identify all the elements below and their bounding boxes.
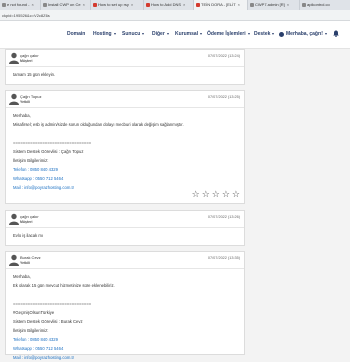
browser-tab-bar: e not found - × Install CWP on Ce × How t… (0, 0, 350, 10)
browser-tab[interactable]: TEİN DORA - [ELİT × (194, 0, 248, 10)
chevron-down-icon (113, 33, 116, 35)
browser-tab[interactable]: Install CWP on Ce × (41, 0, 91, 10)
nav-diger[interactable]: Diğer (152, 31, 169, 37)
reply-line: Sistem Destek Görevlisi : Burak Cevz (13, 319, 83, 324)
chevron-down-icon (142, 33, 145, 35)
browser-tab[interactable]: CWP7.admin [R] × (248, 0, 300, 10)
reply-line: Merhaba, (13, 274, 31, 279)
reply-line: Ek olarak 15 gün mevcut hizmetinize süre… (13, 283, 115, 288)
tab-favicon-icon (302, 3, 306, 7)
reply-line (13, 290, 237, 299)
reply-role: Yetkili (20, 261, 31, 265)
star-icon[interactable]: ☆ (202, 190, 210, 199)
user-icon (279, 31, 284, 37)
chevron-down-icon (200, 33, 203, 35)
ticket-reply: çağrı çakır Müşteri 07/07/2022 (13:24) t… (5, 49, 245, 85)
star-icon[interactable]: ☆ (232, 190, 240, 199)
phone-link[interactable]: Telefon : 0850 840 4329 (13, 165, 237, 174)
browser-tab[interactable]: How to set up rsy × (91, 0, 144, 10)
chevron-down-icon (272, 33, 275, 35)
reply-author: Çağrı Topuz (20, 94, 42, 99)
reply-date: 07/07/2022 (13:35) (207, 256, 240, 260)
site-navigation: Domain Hosting Sunucu Diğer Kurumsal Öde… (0, 21, 350, 49)
whatsapp-link[interactable]: Whatsapp : 0550 712 5464 (13, 344, 237, 353)
nav-kurumsal[interactable]: Kurumsal (175, 31, 203, 37)
browser-tab[interactable]: apikontrol.co (300, 0, 350, 10)
whatsapp-link[interactable]: Whatsapp : 0550 712 5464 (13, 174, 237, 183)
reply-line: #GeçmişOlsunTürkiye (13, 310, 55, 315)
reply-role: Müşteri (20, 220, 33, 224)
reply-line: ================================ (13, 140, 92, 145)
reply-date: 07/07/2022 (13:25) (207, 95, 240, 99)
user-avatar-icon (9, 93, 19, 105)
reply-line: Merhaba, (13, 113, 31, 118)
reply-line (13, 129, 237, 138)
close-tab-icon[interactable]: × (183, 0, 185, 10)
reply-line: Sistem Destek Görevlisi : Çağrı Topuz (13, 149, 84, 154)
chevron-down-icon (247, 33, 250, 35)
browser-tab[interactable]: How to Add DNS × (144, 0, 194, 10)
user-avatar-icon (9, 213, 19, 225)
bell-icon[interactable] (333, 30, 339, 37)
close-tab-icon[interactable]: × (238, 0, 240, 10)
reply-author: çağrı çakır (20, 53, 39, 58)
youtube-icon (93, 3, 97, 7)
reply-body: Evlo iş ilacak mı (6, 228, 244, 240)
close-tab-icon[interactable]: × (287, 0, 289, 10)
reply-header: Burak Cevz Yetkili 07/07/2022 (13:35) (6, 252, 244, 269)
reply-line: Evlo iş ilacak mı (13, 233, 44, 238)
ticket-reply: çağrı çakır Müşteri 07/07/2022 (13:26) E… (5, 210, 245, 246)
user-avatar-icon (9, 254, 19, 266)
reply-date: 07/07/2022 (13:24) (207, 54, 240, 58)
nav-domain[interactable]: Domain (67, 31, 85, 37)
email-link[interactable]: Mail : info@poyrazhosting.com.tr (13, 353, 237, 362)
close-tab-icon[interactable]: × (31, 0, 33, 10)
reply-line: ================================ (13, 301, 92, 306)
reply-role: Yetkili (20, 100, 31, 104)
tab-favicon-icon (43, 3, 47, 7)
reply-header: çağrı çakır Müşteri 07/07/2022 (13:26) (6, 211, 244, 228)
reply-author: çağrı çakır (20, 214, 39, 219)
chevron-down-icon (324, 33, 327, 35)
nav-destek[interactable]: Destek (254, 31, 275, 37)
reply-line: Misafirsel; esb iş admin/sizde sorun old… (13, 122, 184, 127)
phone-link[interactable]: Telefon : 0850 840 4329 (13, 335, 237, 344)
youtube-icon (196, 3, 200, 7)
tab-favicon-icon (2, 3, 6, 7)
reply-body: Merhaba, Misafirsel; esb iş admin/sizde … (6, 108, 244, 192)
chevron-down-icon (166, 33, 169, 35)
reply-line: tamam 15 gün ekleyin. (13, 72, 56, 77)
close-tab-icon[interactable]: × (131, 0, 133, 10)
reply-header: Çağrı Topuz Yetkili 07/07/2022 (13:25) (6, 91, 244, 108)
tab-favicon-icon (250, 3, 254, 7)
reply-author: Burak Cevz (20, 255, 41, 260)
user-avatar-icon (9, 52, 19, 64)
address-bar[interactable]: ckpid=195526&c=V2c8Z6s (0, 10, 350, 21)
close-tab-icon[interactable]: × (83, 0, 85, 10)
browser-tab[interactable]: e not found - × (0, 0, 41, 10)
youtube-icon (146, 3, 150, 7)
star-icon[interactable]: ☆ (222, 190, 230, 199)
rating-stars: ☆ ☆ ☆ ☆ ☆ (192, 190, 240, 199)
nav-hosting[interactable]: Hosting (93, 31, 116, 37)
star-icon[interactable]: ☆ (192, 190, 200, 199)
reply-body: Merhaba, Ek olarak 15 gün mevcut hizmeti… (6, 269, 244, 362)
nav-odeme-islemleri[interactable]: Ödeme İşlemleri (207, 31, 250, 37)
reply-line: İletişim Bilgilerimiz: (13, 158, 49, 163)
star-icon[interactable]: ☆ (212, 190, 220, 199)
reply-role: Müşteri (20, 59, 33, 63)
user-menu[interactable]: Merhaba, çağrı! (279, 31, 327, 37)
nav-sunucu[interactable]: Sunucu (122, 31, 145, 37)
ticket-reply: Çağrı Topuz Yetkili 07/07/2022 (13:25) M… (5, 90, 245, 204)
reply-date: 07/07/2022 (13:26) (207, 215, 240, 219)
ticket-reply: Burak Cevz Yetkili 07/07/2022 (13:35) Me… (5, 251, 245, 360)
reply-line: İletişim Bilgilerimiz: (13, 328, 49, 333)
reply-body: tamam 15 gün ekleyin. (6, 67, 244, 79)
reply-header: çağrı çakır Müşteri 07/07/2022 (13:24) (6, 50, 244, 67)
